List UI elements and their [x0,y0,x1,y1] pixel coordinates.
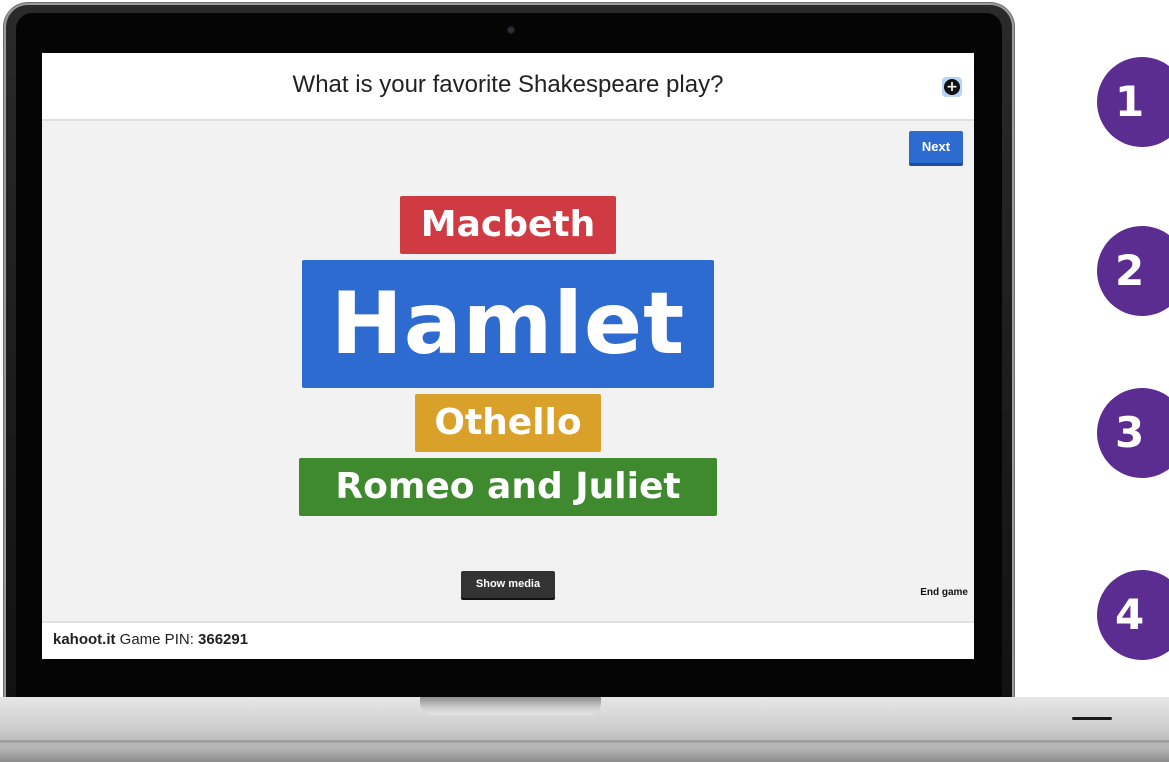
question-title: What is your favorite Shakespeare play? [292,71,724,98]
kahoot-screen: What is your favorite Shakespeare play? … [42,53,974,659]
step-badge-2: 2 [1097,226,1169,316]
question-header: What is your favorite Shakespeare play? … [42,53,974,121]
word-cloud-item-othello: Othello [415,394,601,452]
site-label: kahoot.it [53,631,116,648]
step-badge-1: 1 [1097,57,1169,147]
game-pin-value: 366291 [198,631,249,648]
laptop-base-edge [0,740,1169,743]
camera-icon [508,27,514,33]
laptop-indicator [1072,717,1112,720]
next-button[interactable]: Next [909,131,963,163]
word-cloud-item-hamlet: Hamlet [302,260,714,388]
plus-circle-icon: + [944,79,960,95]
word-cloud-item-romeo-and-juliet: Romeo and Juliet [299,458,717,516]
step-badge-4: 4 [1097,570,1169,660]
stage: What is your favorite Shakespeare play? … [0,0,1169,762]
game-pin-line: kahoot.it Game PIN: 366291 [53,631,248,648]
word-cloud-item-macbeth: Macbeth [400,196,616,254]
step-badge-3: 3 [1097,388,1169,478]
game-pin-label: Game PIN: [119,631,194,648]
laptop-hinge-notch [420,697,601,715]
end-game-button[interactable]: End game [884,587,968,598]
add-button[interactable]: + [942,77,962,97]
show-media-button[interactable]: Show media [461,571,555,598]
footer-bar: kahoot.it Game PIN: 366291 [42,621,974,659]
